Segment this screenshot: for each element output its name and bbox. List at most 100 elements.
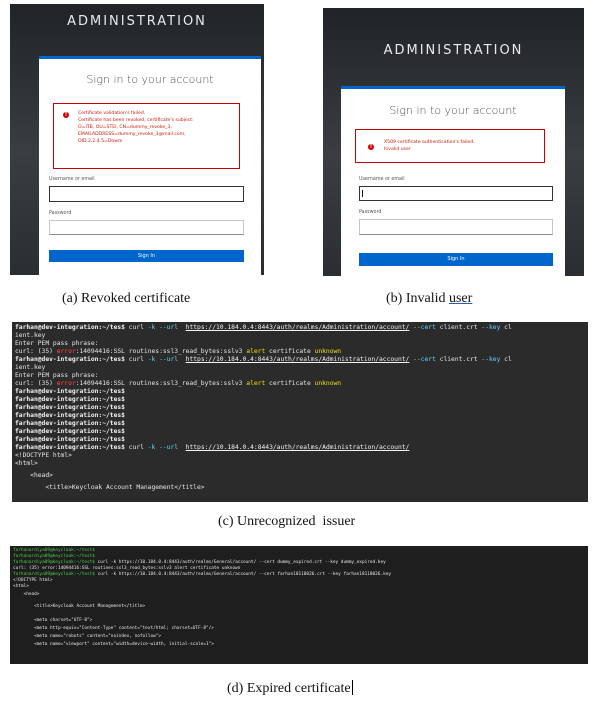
signin-heading: Sign in to your account [389,104,517,117]
head-line: <head> [15,472,53,479]
title-line: <title>Keycloak Account Management</titl… [13,604,146,609]
title-line: <title>Keycloak Account Management</titl… [15,484,205,491]
meta-line: <meta charset="UTF-8"> [13,618,93,623]
shell-prompt: farhanardiya09@keycloak:~/test$ [13,560,95,565]
doctype-line: <!DOCTYPE html> [13,578,53,583]
err-mid: :14094416:SSL routines:ssl3_read_bytes:s… [75,380,247,387]
login-card: Sign in to your account ! X509 certifica… [341,86,565,276]
login-card: Sign in to your account ! Certificate va… [39,56,261,275]
cmd-curl: curl [128,356,144,363]
err-word: error [56,348,76,355]
shell-prompt: farhan@dev-integration:~/tes$ [15,444,125,451]
username-input[interactable] [49,186,244,202]
meta-line: <meta http-equiv="Content-Type" content=… [13,626,214,631]
unrecognized-issuer-terminal: farhan@dev-integration:~/tes$ curl -k --… [12,322,588,502]
alert-line: Certificate validation's failed. [78,111,146,116]
wrap-line: ient.key [15,332,46,339]
key-tail: cl [504,324,512,331]
alert-line: X509 certificate authentication's failed… [384,140,475,145]
cert-word: certificate [265,348,315,355]
alert-line: Certificate has been revoked, certificat… [78,118,194,123]
opt-cert: --cert [413,324,436,331]
shell-prompt: farhan@dev-integration:~/tes$ [15,388,125,395]
password-input[interactable] [49,220,244,235]
text-caret [362,190,363,197]
command-line: curl -k https://10.184.0.4:8443/auth/rea… [97,560,386,565]
caption-a: (a) Revoked certificate [62,291,191,306]
alert-line: Invalid user [384,147,411,152]
username-input[interactable] [359,186,553,201]
error-alert: ! X509 certificate authentication's fail… [355,129,545,163]
opt-k: -k [147,324,156,331]
caption-b: (b) Invalid user [386,291,472,307]
password-input[interactable] [359,219,553,235]
shell-prompt: farhan@dev-integration:~/tes$ [15,428,125,435]
shell-prompt: farhan@dev-integration:~/tes$ [15,412,125,419]
cert-word: certificate [265,380,315,387]
unknown-word: unknown [314,348,342,355]
username-label: Username or email [49,177,95,182]
alert-word: alert [246,380,266,387]
opt-url: --url [159,444,179,451]
pem-prompt: Enter PEM pass phrase: [15,340,99,347]
doctype-line: <!DOCTYPE html> [15,452,72,459]
shell-prompt: farhanardiya09@keycloak:~/test$ [13,554,95,559]
signin-heading: Sign in to your account [86,73,214,86]
unknown-word: unknown [314,380,342,387]
shell-prompt: farhan@dev-integration:~/tes$ [15,404,125,411]
err-prefix: curl: (35) [15,348,57,355]
opt-k: -k [147,444,156,451]
error-icon: ! [63,112,69,118]
url-link[interactable]: https://10.184.0.4:8443/auth/realms/Admi… [186,444,410,451]
url-link[interactable]: https://10.184.0.4:8443/auth/realms/Admi… [186,356,410,363]
alert-line: EMAILADDRESS=dummy_revoke_3@mail.com, [78,132,186,137]
opt-cert: --cert [413,356,436,363]
err-word: error [56,380,76,387]
signin-button[interactable]: Sign In [359,253,553,266]
command-line: curl -k https://10.184.0.4:8443/auth/rea… [97,572,392,577]
opt-key: --key [481,324,501,331]
wrap-line: ient.key [15,364,46,371]
caption-d-text: (d) Expired certificate [227,681,351,696]
url-link[interactable]: https://10.184.0.4:8443/auth/realms/Admi… [186,324,410,331]
err-mid: :14094416:SSL routines:ssl3_read_bytes:s… [75,348,247,355]
shell-prompt: farhan@dev-integration:~/tes$ [15,420,125,427]
alert-line: OID.2.2.4.5=Dowm [78,139,123,144]
alert-line: O=ITB, OU=STEI, CN=dummy_revoke_3, [78,125,172,130]
cmd-curl: curl [128,324,144,331]
error-line: curl: (35) error:14094416:SSL routines:s… [13,566,241,571]
cert-file: client.crt [439,324,478,331]
caption-b-underlined: user [448,291,473,306]
meta-line: <meta name="robots" content="noindex, no… [13,634,162,639]
shell-prompt: farhanardiya09@keycloak:~/test$ [13,548,95,553]
cmd-curl: curl [128,444,144,451]
opt-url: --url [159,324,179,331]
password-label: Password [49,211,72,216]
key-tail: cl [504,356,512,363]
shell-prompt: farhan@dev-integration:~/tes$ [15,324,125,331]
admin-title: ADMINISTRATION [67,14,207,29]
shell-prompt: farhan@dev-integration:~/tes$ [15,396,125,403]
username-label: Username or email [359,177,405,182]
html-line: <html> [13,584,29,589]
text-cursor [351,680,353,695]
invalid-user-screenshot: ADMINISTRATION Sign in to your account !… [323,8,584,276]
caption-b-prefix: (b) Invalid [386,291,449,306]
opt-key: --key [481,356,501,363]
password-label: Password [359,210,382,215]
error-icon: ! [368,144,374,150]
signin-button[interactable]: Sign In [49,250,244,262]
shell-prompt: farhanardiya09@keycloak:~/test$ [13,572,95,577]
expired-certificate-terminal: farhanardiya09@keycloak:~/test$ farhanar… [10,546,588,664]
error-alert: ! Certificate validation's failed. Certi… [53,103,240,169]
meta-line: <meta name="viewport" content="width=dev… [13,642,214,647]
caption-d: (d) Expired certificate [227,680,353,697]
shell-prompt: farhan@dev-integration:~/tes$ [15,436,125,443]
revoked-certificate-screenshot: ADMINISTRATION Sign in to your account !… [10,4,264,275]
head-line: <head> [13,592,40,597]
opt-k: -k [147,356,156,363]
pem-prompt: Enter PEM pass phrase: [15,372,99,379]
cert-file: client.crt [439,356,478,363]
opt-url: --url [159,356,179,363]
html-line: <html> [15,460,38,467]
